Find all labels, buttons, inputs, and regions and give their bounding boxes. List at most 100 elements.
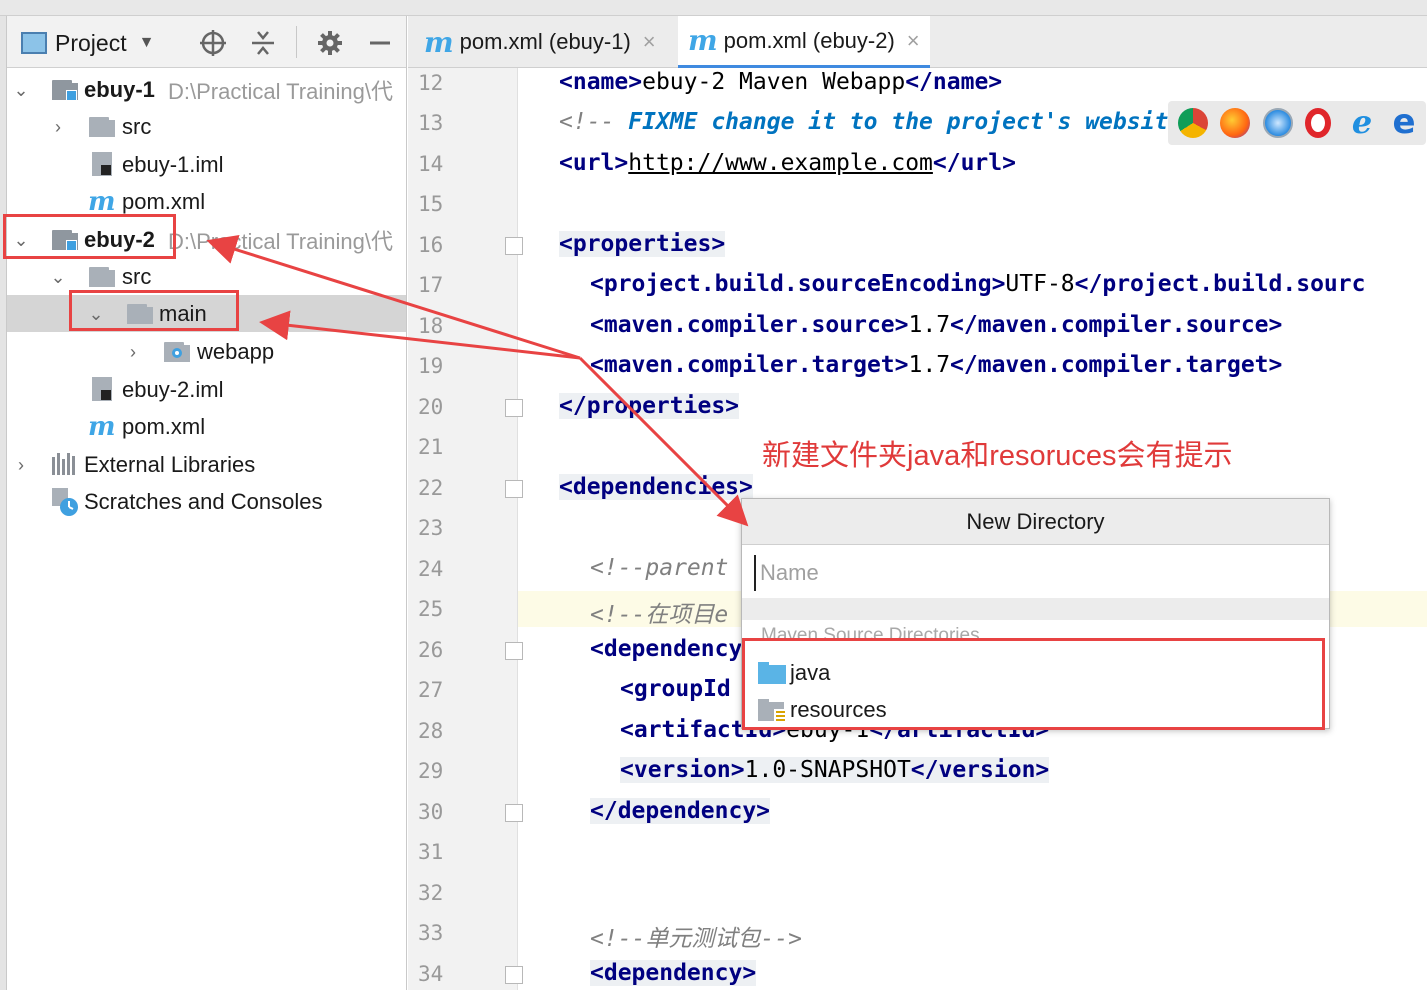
maven-icon: m (424, 25, 454, 59)
chevron-right-icon[interactable]: › (11, 455, 31, 475)
code-line-20[interactable]: </properties> (559, 393, 740, 419)
fold-marker-icon[interactable] (505, 399, 523, 417)
directory-name-input[interactable] (754, 555, 1314, 591)
code-line-29[interactable]: <version>1.0-SNAPSHOT</version> (620, 757, 1050, 783)
line-number: 27 (418, 678, 444, 702)
code-line-33[interactable]: <!--单元测试包--> (590, 919, 802, 953)
xml-tag: <dependency (590, 636, 743, 662)
xml-text: 1.7 (908, 352, 951, 378)
tree-item-ebuy-2-iml[interactable]: ebuy-2.iml (7, 371, 406, 408)
xml-tag: </maven.compiler.target> (950, 352, 1283, 378)
xml-text: ebuy-2 Maven Webapp (642, 69, 906, 95)
tab-label: pom.xml (ebuy-2) (723, 27, 895, 53)
chrome-icon[interactable] (1178, 108, 1208, 138)
edge-icon[interactable]: e (1389, 105, 1419, 139)
url-link[interactable]: http://www.example.com (628, 150, 933, 176)
ie-icon[interactable]: e (1347, 106, 1377, 138)
tree-item-scratches[interactable]: Scratches and Consoles (7, 483, 406, 520)
xml-tag: </name> (905, 69, 1003, 95)
comment: <!-- (559, 109, 629, 135)
project-view-selector[interactable]: Project ▼ (21, 28, 154, 58)
hide-panel-icon[interactable] (365, 28, 395, 58)
fold-marker-icon[interactable] (505, 966, 523, 984)
tree-item-label: webapp (197, 338, 275, 364)
code-line-12[interactable]: <name>ebuy-2 Maven Webapp</name> (559, 69, 1002, 95)
opera-icon[interactable] (1305, 108, 1331, 138)
comment: <!--单元测试包--> (590, 926, 802, 952)
folder-icon (89, 117, 115, 137)
chevron-right-icon[interactable]: › (48, 117, 68, 137)
line-number: 13 (418, 111, 444, 135)
code-line-16[interactable]: <properties> (559, 231, 726, 257)
code-line-34[interactable]: <dependency> (590, 960, 757, 986)
line-number: 17 (418, 273, 444, 297)
line-number: 29 (418, 759, 444, 783)
chevron-down-icon[interactable]: ⌄ (11, 80, 31, 100)
tree-item-label: src (122, 113, 152, 139)
xml-tag: </url> (932, 150, 1016, 176)
project-toolbar: Project ▼ (7, 16, 406, 68)
line-number: 25 (418, 597, 444, 621)
line-number: 22 (418, 476, 444, 500)
collapse-all-icon[interactable] (248, 28, 278, 58)
folder-icon (89, 267, 115, 287)
code-line-17[interactable]: <project.build.sourceEncoding>UTF-8</pro… (590, 271, 1365, 297)
code-line-22[interactable]: <dependencies> (559, 474, 753, 500)
line-number: 32 (418, 881, 444, 905)
project-view-label: Project (55, 29, 127, 56)
close-icon[interactable]: × (907, 28, 920, 54)
todo-comment: FIXME change it to the project's webs (628, 109, 1141, 135)
tree-item-external-libraries[interactable]: › External Libraries (7, 446, 406, 483)
code-line-26[interactable]: <dependency (590, 636, 742, 662)
safari-icon[interactable] (1263, 108, 1293, 138)
popup-separator (742, 598, 1329, 620)
code-line-18[interactable]: <maven.compiler.source>1.7</maven.compil… (590, 312, 1282, 338)
tab-pom-ebuy-2[interactable]: m pom.xml (ebuy-2) × (678, 16, 930, 68)
maven-icon: m (88, 412, 116, 442)
xml-tag: <properties> (559, 231, 726, 257)
maven-icon: m (88, 187, 116, 217)
line-number: 28 (418, 719, 444, 743)
tab-pom-ebuy-1[interactable]: m pom.xml (ebuy-1) × (414, 16, 666, 68)
tree-item-ebuy-1-iml[interactable]: ebuy-1.iml (7, 146, 406, 183)
tree-item-pom-xml[interactable]: m pom.xml (7, 408, 406, 445)
chevron-right-icon[interactable]: › (123, 342, 143, 362)
chevron-down-icon[interactable]: ⌄ (48, 267, 68, 287)
xml-tag: </dependency> (590, 798, 771, 824)
xml-tag: </properties> (559, 393, 740, 419)
code-line-30[interactable]: </dependency> (590, 798, 771, 824)
gear-icon[interactable] (315, 28, 345, 58)
xml-tag: <maven.compiler.target> (590, 352, 909, 378)
comment: <!--parent (590, 555, 743, 581)
locate-icon[interactable] (198, 28, 228, 58)
xml-tag: <version> (620, 757, 745, 783)
line-number: 34 (418, 962, 444, 986)
line-number: 26 (418, 638, 444, 662)
iml-file-icon (92, 377, 112, 401)
tree-item-src[interactable]: › src (7, 108, 406, 145)
code-line-24[interactable]: <!--parent (590, 555, 742, 581)
tree-item-webapp[interactable]: › webapp (7, 333, 406, 370)
code-line-25[interactable]: <!--在项目e (590, 595, 728, 629)
project-icon (21, 32, 47, 54)
code-line-27[interactable]: <groupId (620, 676, 731, 702)
fold-marker-icon[interactable] (505, 804, 523, 822)
code-line-19[interactable]: <maven.compiler.target>1.7</maven.compil… (590, 352, 1282, 378)
maven-icon: m (688, 24, 718, 57)
tree-item-label: pom.xml (122, 413, 206, 439)
tab-label: pom.xml (ebuy-1) (459, 29, 631, 54)
highlight-box-suggestions (742, 638, 1325, 730)
code-line-14[interactable]: <url>http://www.example.com</url> (559, 150, 1016, 176)
fold-marker-icon[interactable] (505, 480, 523, 498)
project-panel: Project ▼ ⌄ ebuy-1 D:\Practical Training… (7, 16, 407, 990)
tree-item-ebuy-1[interactable]: ⌄ ebuy-1 D:\Practical Training\代 (7, 71, 406, 108)
code-line-13[interactable]: <!-- FIXME change it to the project's we… (559, 109, 1238, 135)
window-top-strip (0, 0, 1427, 16)
firefox-icon[interactable] (1220, 108, 1250, 138)
fold-marker-icon[interactable] (505, 237, 523, 255)
tree-item-label: ebuy-1.iml (122, 151, 224, 177)
fold-marker-icon[interactable] (505, 642, 523, 660)
close-icon[interactable]: × (643, 29, 656, 55)
tree-item-label: Scratches and Consoles (84, 488, 323, 514)
module-path: D:\Practical Training\代 (168, 78, 393, 104)
